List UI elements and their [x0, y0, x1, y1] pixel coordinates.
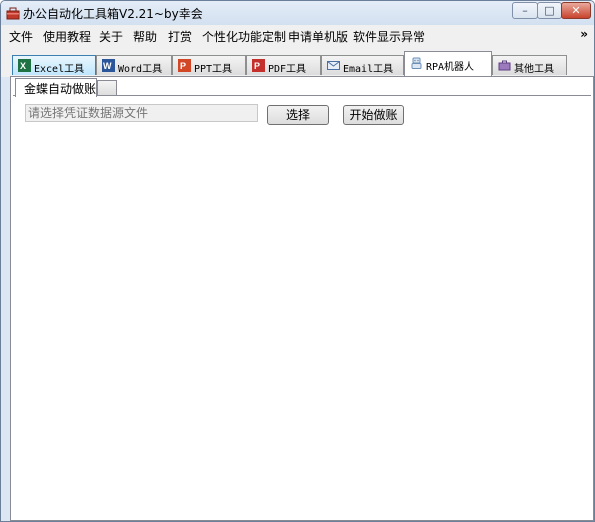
- source-file-input[interactable]: [25, 104, 258, 122]
- menu-overflow-icon[interactable]: »: [580, 27, 588, 41]
- svg-text:X: X: [20, 61, 26, 71]
- choose-file-button[interactable]: 选择: [267, 105, 329, 125]
- tab-label: PPT工具: [194, 64, 233, 75]
- tab-label: Excel工具: [34, 64, 85, 75]
- title-bar: 办公自动化工具箱V2.21~by幸会 – □ ✕: [1, 1, 594, 25]
- tab-word[interactable]: W Word工具: [96, 55, 172, 75]
- rpa-tab-panel: 金蝶自动做账 选择 开始做账: [10, 76, 594, 521]
- window-title: 办公自动化工具箱V2.21~by幸会: [23, 7, 203, 21]
- tab-label: Word工具: [118, 64, 163, 75]
- subtab-empty[interactable]: [97, 80, 117, 96]
- word-icon: W: [102, 59, 115, 72]
- tab-pdf[interactable]: P PDF工具: [246, 55, 321, 75]
- robot-icon: [411, 57, 422, 69]
- menu-display-issue[interactable]: 软件显示异常: [353, 28, 425, 45]
- excel-icon: X: [18, 59, 31, 72]
- close-button[interactable]: ✕: [561, 2, 591, 19]
- menu-bar: 文件 使用教程 关于 帮助 打赏 个性化功能定制 申请单机版 软件显示异常 »: [1, 25, 594, 45]
- tab-email[interactable]: Email工具: [321, 55, 404, 75]
- app-window: 办公自动化工具箱V2.21~by幸会 – □ ✕ 文件 使用教程 关于 帮助 打…: [0, 0, 595, 522]
- start-accounting-button[interactable]: 开始做账: [343, 105, 404, 125]
- svg-text:P: P: [180, 61, 186, 71]
- minimize-button[interactable]: –: [512, 2, 538, 19]
- subtab-label: 金蝶自动做账: [24, 82, 97, 96]
- tab-label: RPA机器人: [426, 62, 475, 73]
- briefcase-icon: [498, 60, 511, 71]
- menu-file[interactable]: 文件: [9, 28, 33, 45]
- kingdee-panel: 选择 开始做账: [13, 95, 591, 520]
- tab-label: 其他工具: [514, 64, 554, 75]
- svg-text:W: W: [103, 61, 112, 71]
- menu-tip[interactable]: 打赏: [168, 28, 192, 45]
- tab-rpa[interactable]: RPA机器人: [404, 51, 492, 76]
- email-icon: [327, 61, 340, 70]
- tab-other[interactable]: 其他工具: [492, 55, 567, 75]
- menu-standalone[interactable]: 申请单机版: [288, 28, 348, 45]
- subtab-kingdee[interactable]: 金蝶自动做账: [15, 78, 97, 97]
- menu-custom-features[interactable]: 个性化功能定制: [202, 28, 286, 45]
- maximize-button[interactable]: □: [537, 2, 562, 19]
- tab-label: PDF工具: [268, 64, 307, 75]
- tab-ppt[interactable]: P PPT工具: [172, 55, 246, 75]
- ppt-icon: P: [178, 59, 191, 72]
- menu-tutorial[interactable]: 使用教程: [43, 28, 91, 45]
- maximize-icon: □: [544, 4, 555, 17]
- menu-help[interactable]: 帮助: [133, 28, 157, 45]
- tab-strip: X Excel工具 W Word工具 P PPT工具 P PDF工具 Email…: [1, 45, 594, 77]
- svg-text:P: P: [254, 61, 260, 71]
- tab-label: Email工具: [343, 64, 394, 75]
- pdf-icon: P: [252, 59, 265, 72]
- menu-about[interactable]: 关于: [99, 28, 123, 45]
- minimize-icon: –: [522, 4, 528, 17]
- close-icon: ✕: [571, 4, 581, 17]
- toolbox-icon: [6, 7, 20, 20]
- tab-excel[interactable]: X Excel工具: [12, 55, 96, 75]
